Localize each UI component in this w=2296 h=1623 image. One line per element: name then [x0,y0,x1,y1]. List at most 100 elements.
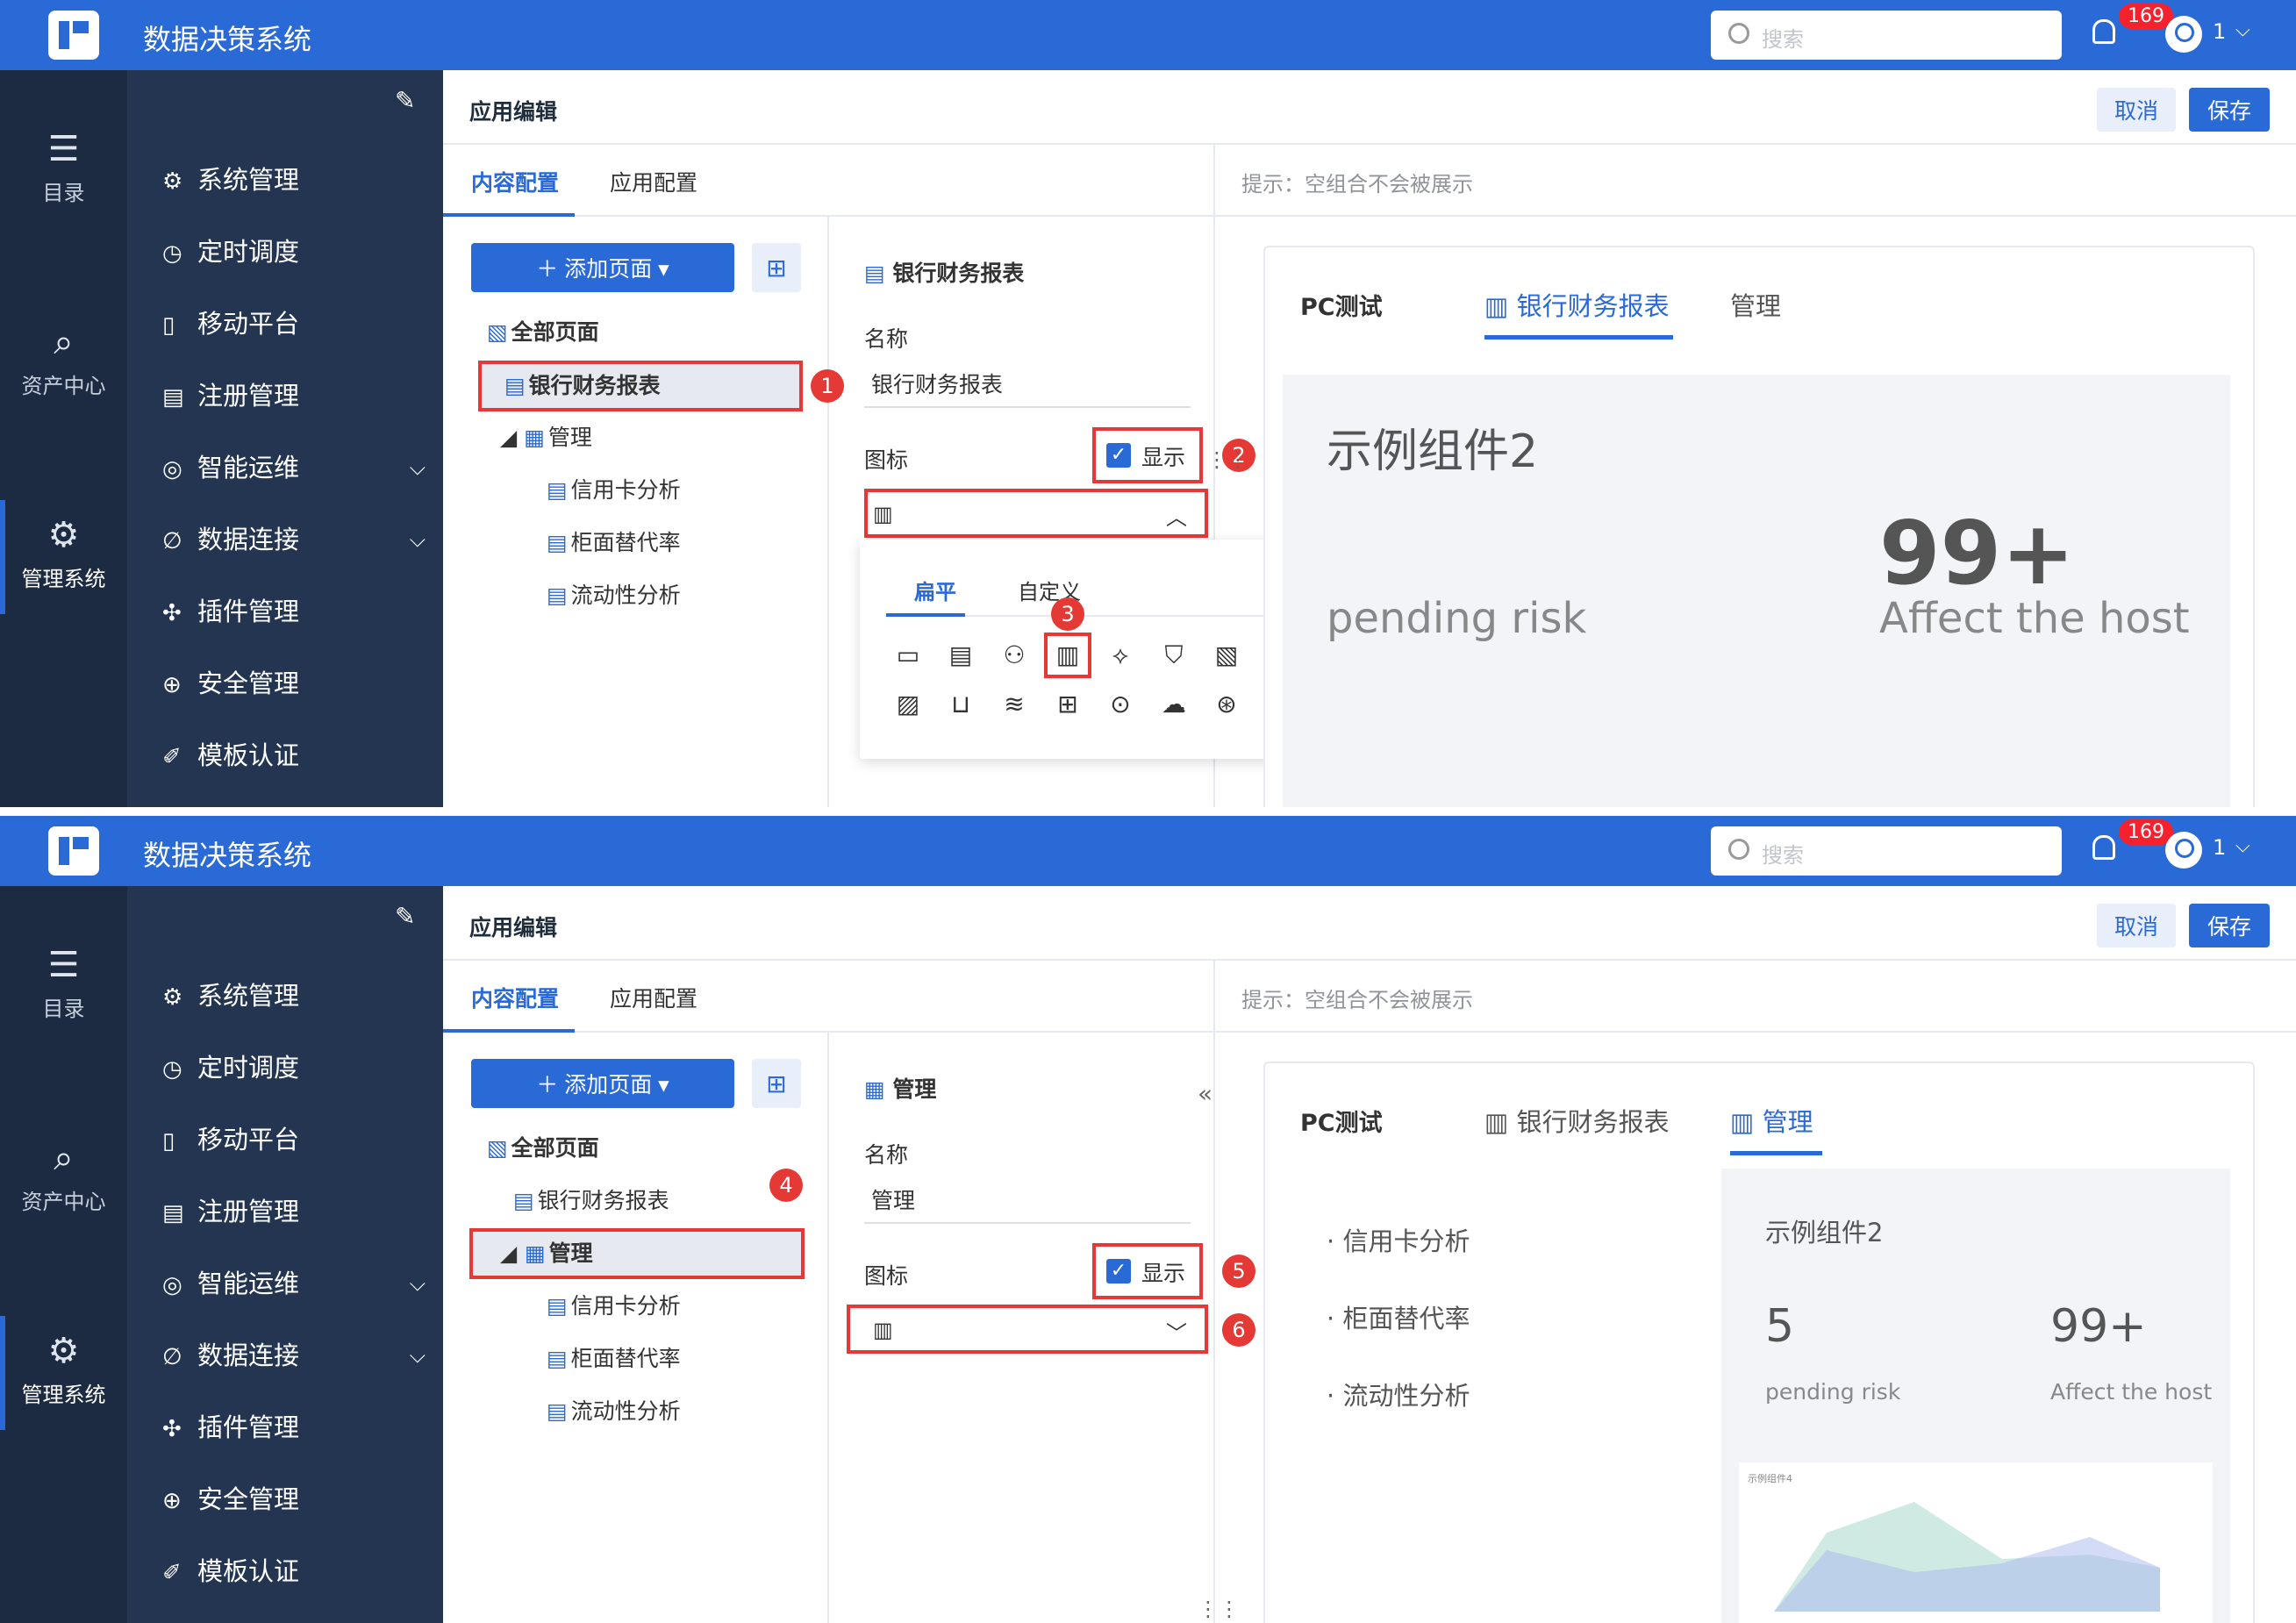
add-group-button[interactable]: ⊞ [752,243,801,292]
bell-icon[interactable] [2092,19,2115,44]
menu-item-system[interactable]: ⚙ 系统管理 [162,969,434,1022]
menu-item-schedule[interactable]: ◷ 定时调度 [162,225,434,278]
preview-tab-bank[interactable]: ▥ 银行财务报表 [1484,1102,1670,1139]
list-item[interactable]: · 信用卡分析 [1327,1221,1470,1258]
chart-icon: ▥ [1730,1107,1763,1137]
tree-node-all[interactable]: ▧ 全部页面 [487,311,599,354]
bell-icon[interactable] [2092,835,2115,860]
folder-icon[interactable]: ▭ [891,638,926,673]
tree-node-bank[interactable]: ▤ 银行财务报表 [513,1179,669,1223]
preview-tab-manage[interactable]: 管理 [1730,286,1781,323]
preview-tab-bank[interactable]: ▥ 银行财务报表 [1484,286,1670,323]
menu-item-template[interactable]: ✐ 模板认证 [162,1545,434,1598]
menu-item-mobile[interactable]: ▯ 移动平台 [162,297,434,350]
rail-label: 目录 [42,181,85,205]
tree-node-child[interactable]: ▤ 流动性分析 [547,574,681,618]
doc-icon: ▤ [513,1188,534,1213]
steering-icon[interactable]: ⊛ [1209,687,1244,722]
shield-icon[interactable]: ⛉ [1156,638,1191,673]
user-avatar[interactable] [2165,16,2202,53]
menu-item-template[interactable]: ✐ 模板认证 [162,729,434,782]
tab-app-config[interactable]: 应用配置 [610,982,697,1013]
save-button[interactable]: 保存 [2189,904,2270,947]
cloud-icon[interactable]: ☁ [1156,687,1191,722]
tree-node-manage[interactable]: ◢ ▦ 管理 [500,416,592,460]
apps-icon[interactable]: ⊞ [1050,687,1085,722]
chart-icon: ▥ [1484,1107,1517,1137]
collapse-icon[interactable]: « [1198,1079,1212,1108]
rail-item-assets[interactable]: ⌕ 资产中心 [0,316,127,399]
name-field[interactable]: 银行财务报表 [864,366,1191,408]
save-button[interactable]: 保存 [2189,88,2270,132]
name-field[interactable]: 管理 [864,1182,1191,1224]
menu-item-security[interactable]: ⊕ 安全管理 [162,657,434,710]
divider [1215,215,2296,217]
tree-node-child[interactable]: ▤ 信用卡分析 [547,468,681,512]
cancel-button[interactable]: 取消 [2097,904,2176,947]
menu-item-ops[interactable]: ◎ 智能运维 ⌵ [162,1257,434,1310]
preview-panel: PC测试 ▥ 银行财务报表 管理 示例组件2 99+ pending risk … [1263,246,2255,807]
pin-icon[interactable]: ✎ [395,902,415,931]
menu-item-connect[interactable]: ∅ 数据连接 ⌵ [162,1329,434,1382]
rail-item-catalog[interactable]: ☰ 目录 [0,123,127,206]
menu-item-system[interactable]: ⚙ 系统管理 [162,154,434,206]
tree-node-child[interactable]: ▤ 流动性分析 [547,1390,681,1434]
cancel-button[interactable]: 取消 [2097,88,2176,132]
shield-icon: ⊕ [162,672,182,698]
search-input[interactable]: 搜索 [1711,11,2062,60]
tree-node-child[interactable]: ▤ 信用卡分析 [547,1284,681,1328]
menu-item-plugin[interactable]: ✣ 插件管理 [162,1401,434,1454]
timer-icon: ◷ [162,1056,182,1083]
side-menu: ✎ ⚙ 系统管理 ◷ 定时调度 ▯ 移动平台 ▤ 注册管理 ◎ 智能运维 ⌵ ∅ 数据连接 ⌵ … [127,886,443,1623]
doc-icon: ▤ [547,477,568,503]
search-input[interactable]: 搜索 [1711,826,2062,876]
doc-icon: ▤ [547,1398,568,1424]
rail-item-catalog[interactable]: ☰ 目录 [0,939,127,1022]
image-icon[interactable]: ▧ [1209,638,1244,673]
app-logo [48,826,99,876]
cart-icon[interactable]: ⊔ [943,687,978,722]
picture-icon[interactable]: ▨ [891,687,926,722]
doc-icon[interactable]: ▤ [943,638,978,673]
menu-item-schedule[interactable]: ◷ 定时调度 [162,1041,434,1094]
add-group-button[interactable]: ⊞ [752,1059,801,1108]
list-item[interactable]: · 柜面替代率 [1327,1298,1470,1335]
tree-node-child[interactable]: ▤ 柜面替代率 [547,521,681,565]
chevron-down-icon[interactable]: ⌵ [2235,835,2250,857]
menu-item-register[interactable]: ▤ 注册管理 [162,1185,434,1238]
caret-down-icon: ▾ [652,1073,669,1097]
tab-content-config[interactable]: 内容配置 [471,166,559,197]
chevron-down-icon: ⌵ [409,455,426,480]
add-page-button[interactable]: ＋ 添加页面 ▾ [471,1059,734,1108]
add-page-button[interactable]: ＋ 添加页面 ▾ [471,243,734,292]
drag-handle[interactable]: ⋮⋮ [1198,1597,1240,1621]
user-name[interactable]: 1 [2213,835,2226,860]
menu-item-connect[interactable]: ∅ 数据连接 ⌵ [162,513,434,566]
menu-item-security[interactable]: ⊕ 安全管理 [162,1473,434,1526]
tab-flat[interactable]: 扁平 [914,575,956,605]
layers-icon[interactable]: ≋ [997,687,1032,722]
tab-app-config[interactable]: 应用配置 [610,166,697,197]
menu-item-plugin[interactable]: ✣ 插件管理 [162,585,434,638]
chevron-down-icon[interactable]: ⌵ [2235,19,2250,41]
menu-item-ops[interactable]: ◎ 智能运维 ⌵ [162,441,434,494]
tree-node-child[interactable]: ▤ 柜面替代率 [547,1337,681,1381]
preview-tab-manage[interactable]: ▥ 管理 [1730,1102,1813,1139]
grid-icon: ▦ [524,425,545,450]
user-name[interactable]: 1 [2213,19,2226,44]
rail-item-assets[interactable]: ⌕ 资产中心 [0,1132,127,1215]
search-chart-icon[interactable]: ⊙ [1103,687,1138,722]
menu-item-register[interactable]: ▤ 注册管理 [162,369,434,422]
drag-handle[interactable]: ⋮⋮ [1206,447,1248,472]
doc-icon: ▤ [547,583,568,608]
user-avatar[interactable] [2165,832,2202,869]
menu-item-mobile[interactable]: ▯ 移动平台 [162,1113,434,1166]
pin-icon[interactable]: ✎ [395,86,415,115]
list-item[interactable]: · 流动性分析 [1327,1376,1470,1412]
rail-item-manage[interactable]: ⚙ 管理系统 [0,1316,127,1430]
tab-content-config[interactable]: 内容配置 [471,982,559,1013]
tree-node-all[interactable]: ▧ 全部页面 [487,1126,599,1170]
users-icon[interactable]: ⚇ [997,638,1032,673]
rail-item-manage[interactable]: ⚙ 管理系统 [0,500,127,614]
nodes-icon[interactable]: ⟡ [1103,638,1138,673]
